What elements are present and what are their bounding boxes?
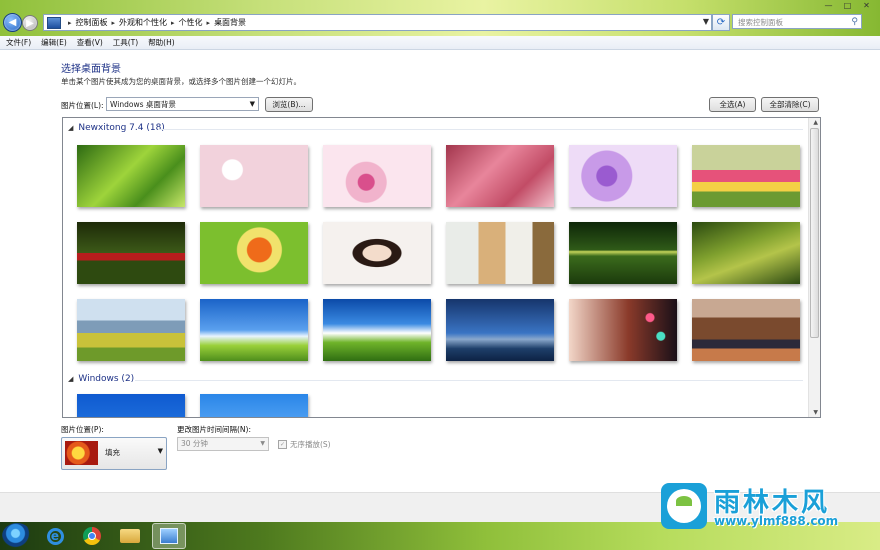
menu-view[interactable]: 查看(V) xyxy=(77,37,103,48)
menu-tools[interactable]: 工具(T) xyxy=(113,37,138,48)
menu-file[interactable]: 文件(F) xyxy=(6,37,31,48)
picture-position-label: 图片位置(P): xyxy=(61,425,104,434)
breadcrumb-separator: ▸ xyxy=(68,18,72,27)
menu-bar: 文件(F) 编辑(E) 查看(V) 工具(T) 帮助(H) xyxy=(0,36,880,50)
internet-explorer-icon: e xyxy=(46,527,64,545)
clouds-field-thumbnail[interactable] xyxy=(323,299,431,361)
search-placeholder: 搜索控制面板 xyxy=(738,18,783,27)
address-bar[interactable]: ▸ 控制面板 ▸ 外观和个性化 ▸ 个性化 ▸ 桌面背景 ▼ xyxy=(43,14,712,31)
picture-location-value: Windows 桌面背景 xyxy=(110,100,176,109)
checkbox-box[interactable]: ✓ xyxy=(278,440,287,449)
logo-emblem xyxy=(667,489,701,523)
control-panel-icon xyxy=(160,528,178,544)
search-icon[interactable]: ⚲ xyxy=(851,15,858,30)
windows-blue-thumbnail[interactable] xyxy=(77,394,185,417)
back-button[interactable]: ◀ xyxy=(3,13,22,32)
group-divider xyxy=(158,129,803,130)
interval-value: 30 分钟 xyxy=(181,439,208,448)
breadcrumb-separator[interactable]: ▸ xyxy=(171,19,175,27)
collapse-triangle-icon[interactable]: ◢ xyxy=(68,375,73,383)
breadcrumb-separator[interactable]: ▸ xyxy=(207,19,211,27)
blue-sky-sea-thumbnail[interactable] xyxy=(446,299,554,361)
red-tulips-thumbnail[interactable] xyxy=(77,222,185,284)
group-header-windows[interactable]: ◢ Windows (2) xyxy=(68,374,134,384)
daisy-sky-thumbnail[interactable] xyxy=(200,394,308,417)
window-titlebar: ◀ ▶ ▸ 控制面板 ▸ 外观和个性化 ▸ 个性化 ▸ 桌面背景 ▼ ⟳ 搜索控… xyxy=(0,0,880,36)
maximize-button[interactable]: □ xyxy=(838,0,857,11)
shuffle-label: 无序播放(S) xyxy=(290,440,331,449)
group-divider xyxy=(135,380,803,381)
breadcrumb-item-desktop-background[interactable]: 桌面背景 xyxy=(214,17,246,28)
green-hills-thumbnail[interactable] xyxy=(692,222,800,284)
sea-rock-sunset-thumbnail[interactable] xyxy=(692,299,800,361)
vertical-scrollbar[interactable]: ▲ ▼ xyxy=(808,118,820,417)
picture-position-value: 填充 xyxy=(105,448,120,457)
white-cherry-blossom-thumbnail[interactable] xyxy=(200,145,308,207)
mountain-meadow-thumbnail[interactable] xyxy=(77,299,185,361)
chevron-down-icon: ▼ xyxy=(249,100,255,108)
orange-lantern-thumbnail[interactable] xyxy=(200,222,308,284)
girl-scarf-thumbnail[interactable] xyxy=(446,222,554,284)
group-label: Newxitong 7.4 (18) xyxy=(78,123,165,133)
pink-flowers-branch-thumbnail[interactable] xyxy=(446,145,554,207)
shuffle-checkbox[interactable]: ✓ 无序播放(S) xyxy=(278,439,331,450)
group-label: Windows (2) xyxy=(78,374,135,384)
taskbar-file-explorer[interactable] xyxy=(113,523,147,549)
breadcrumb: ▸ 控制面板 ▸ 外观和个性化 ▸ 个性化 ▸ 桌面背景 xyxy=(64,17,246,28)
address-dropdown-icon[interactable]: ▼ xyxy=(703,17,709,26)
group-header-newxitong[interactable]: ◢ Newxitong 7.4 (18) xyxy=(68,123,165,133)
refresh-button[interactable]: ⟳ xyxy=(712,14,730,31)
scroll-down-icon[interactable]: ▼ xyxy=(813,409,818,416)
picture-position-select[interactable]: 填充 ▼ xyxy=(61,437,167,470)
pink-blossom-thumbnail[interactable] xyxy=(323,145,431,207)
taskbar-chrome[interactable] xyxy=(75,523,109,549)
interval-select[interactable]: 30 分钟 ▼ xyxy=(177,437,269,451)
ylmf-logo-icon xyxy=(661,483,707,529)
clear-all-button[interactable]: 全部清除(C) xyxy=(761,97,819,112)
chevron-down-icon: ▼ xyxy=(260,440,265,447)
watermark-url: www.ylmf888.com xyxy=(714,514,839,528)
taskbar-control-panel[interactable] xyxy=(152,523,186,549)
breadcrumb-item-control-panel[interactable]: 控制面板 xyxy=(76,17,108,28)
blue-sky-grass-thumbnail[interactable] xyxy=(200,299,308,361)
page-title: 选择桌面背景 xyxy=(61,64,121,75)
purple-flowers-thumbnail[interactable] xyxy=(569,145,677,207)
bicycle-garden-thumbnail[interactable] xyxy=(569,222,677,284)
girl-portrait-thumbnail[interactable] xyxy=(323,222,431,284)
wallpaper-gallery: ◢ Newxitong 7.4 (18) ◢ Windows (2) ▲ ▼ xyxy=(62,117,821,418)
page-description: 单击某个图片使其成为您的桌面背景，或选择多个图片创建一个幻灯片。 xyxy=(61,77,301,86)
scrollbar-thumb[interactable] xyxy=(810,128,819,338)
minimize-button[interactable]: — xyxy=(819,0,838,11)
taskbar-internet-explorer[interactable]: e xyxy=(38,523,72,549)
browse-button[interactable]: 浏览(B)... xyxy=(265,97,313,112)
green-leaves-thumbnail[interactable] xyxy=(77,145,185,207)
menu-edit[interactable]: 编辑(E) xyxy=(41,37,67,48)
breadcrumb-item-appearance[interactable]: 外观和个性化 xyxy=(119,17,167,28)
window-controls: — □ ✕ xyxy=(819,0,876,11)
search-input[interactable]: 搜索控制面板 ⚲ xyxy=(732,14,862,29)
chevron-down-icon: ▼ xyxy=(157,447,163,455)
folder-icon xyxy=(120,529,140,543)
forward-button[interactable]: ▶ xyxy=(22,15,38,31)
position-preview-image xyxy=(65,441,98,465)
breadcrumb-separator[interactable]: ▸ xyxy=(112,19,116,27)
control-panel-icon xyxy=(47,16,61,29)
close-button[interactable]: ✕ xyxy=(857,0,876,11)
bokeh-cup-thumbnail[interactable] xyxy=(569,299,677,361)
picture-location-label: 图片位置(L): xyxy=(61,101,104,110)
chrome-icon xyxy=(83,527,101,545)
select-all-button[interactable]: 全选(A) xyxy=(709,97,756,112)
collapse-triangle-icon[interactable]: ◢ xyxy=(68,124,73,132)
main-content: 选择桌面背景 单击某个图片使其成为您的桌面背景，或选择多个图片创建一个幻灯片。 … xyxy=(0,50,880,492)
watermark: 雨林木风 www.ylmf888.com xyxy=(658,480,880,534)
interval-label: 更改图片时间间隔(N): xyxy=(177,425,251,434)
scroll-up-icon[interactable]: ▲ xyxy=(813,119,818,126)
breadcrumb-item-personalization[interactable]: 个性化 xyxy=(179,17,203,28)
tulip-field-thumbnail[interactable] xyxy=(692,145,800,207)
start-button[interactable] xyxy=(2,523,32,549)
menu-help[interactable]: 帮助(H) xyxy=(148,37,175,48)
picture-location-select[interactable]: Windows 桌面背景 ▼ xyxy=(106,97,259,111)
